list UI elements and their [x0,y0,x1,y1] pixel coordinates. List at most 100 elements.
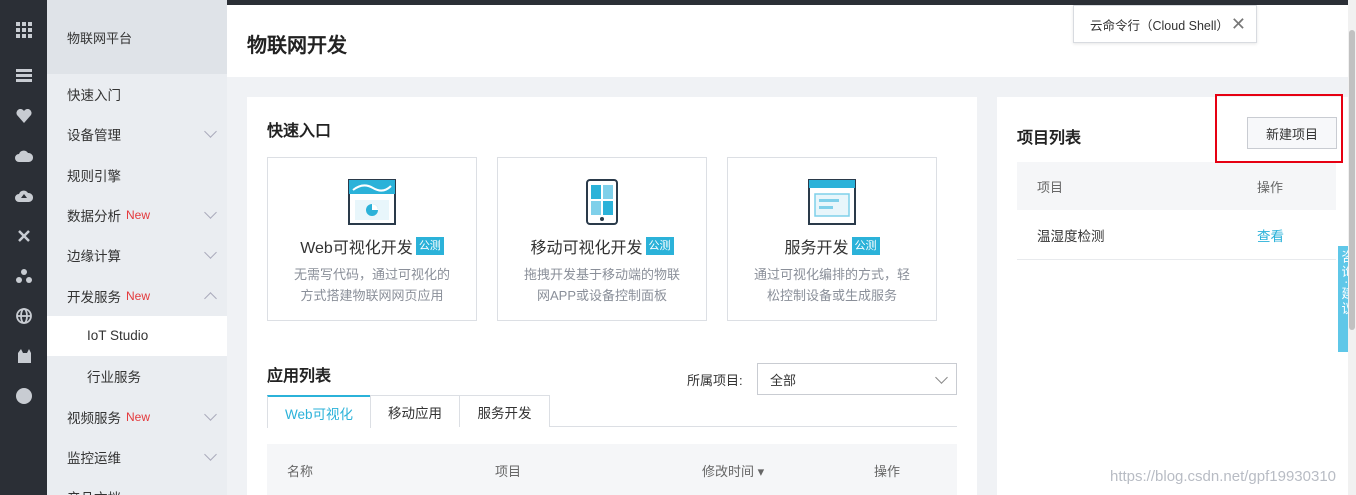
app-table-header: 名称 项目 修改时间 ▾ 操作 [267,444,957,495]
card-title: 服务开发 公测 [728,234,936,258]
column-header-actions: 操作 [874,464,901,479]
cloud-upload-icon[interactable] [0,176,47,216]
web-dashboard-icon [348,179,396,225]
server-icon[interactable] [0,56,47,96]
column-header-modified-time[interactable]: 修改时间 ▾ [702,461,764,480]
quick-entry-title: 快速入口 [267,123,332,140]
close-icon[interactable]: ✕ [1231,15,1246,33]
project-filter-value: 全部 [770,372,797,388]
chevron-down-icon [204,125,217,139]
column-header-actions: 操作 [1257,180,1284,195]
beta-badge: 公测 [645,237,674,255]
chevron-down-icon [204,246,217,260]
card-title: Web可视化开发 公测 [268,234,476,258]
cloud-shell-label[interactable]: 云命令行（Cloud Shell） [1090,15,1229,34]
sidebar-item-label: 产品文档 [67,487,121,495]
view-link[interactable]: 查看 [1257,225,1284,245]
tab-service-dev[interactable]: 服务开发 [459,395,550,427]
card-description-line-2: 方式搭建物联网网页应用 [300,288,444,303]
cross-icon[interactable] [0,216,47,256]
web-visual-dev-card[interactable]: Web可视化开发 公测 无需写代码，通过可视化的 方式搭建物联网网页应用 [267,157,477,321]
sidebar-item-label: 开发服务 [67,289,121,305]
project-name: 温湿度检测 [1037,229,1105,244]
sidebar-item-label: 视频服务 [67,410,121,426]
chevron-down-icon [935,371,948,384]
beta-badge: 公测 [415,237,444,255]
table-row: 温湿度检测 查看 [1017,210,1336,260]
sidebar-item[interactable]: 规则引擎 [47,155,227,195]
sidebar-item-label: 行业服务 [87,370,141,386]
tab-web-visual[interactable]: Web可视化 [267,395,371,428]
quick-entry-panel: 快速入口 Web可视化开发 公测 无需写代码，通过可视化的 方式搭建物联网网页应… [247,97,977,495]
cloud-shell-tooltip[interactable]: 云命令行（Cloud Shell） ✕ [1073,5,1257,43]
heart-icon[interactable] [0,96,47,136]
card-title: 移动可视化开发 公测 [498,234,706,258]
mobile-visual-dev-card[interactable]: 移动可视化开发 公测 拖拽开发基于移动端的物联 网APP或设备控制面板 [497,157,707,321]
card-description-line-2: 松控制设备或生成服务 [766,288,897,303]
sidebar-item-label: 边缘计算 [67,249,121,265]
column-header-project: 项目 [1037,180,1064,195]
sidebar-item[interactable]: 快速入门 [47,74,227,114]
sidebar-item[interactable]: 开发服务 New [47,275,227,315]
sidebar-items: 快速入门设备管理规则引擎数据分析 New 边缘计算开发服务 New IoT Studio… [47,74,227,495]
card-title-text: 服务开发 [784,240,849,257]
chevron-down-icon [204,447,217,461]
sidebar-item[interactable]: IoT Studio [47,315,227,357]
sidebar-item-label: 快速入门 [67,88,121,104]
project-list-title: 项目列表 [1017,130,1082,147]
grid-icon[interactable] [0,8,47,52]
mobile-app-icon [586,179,618,225]
new-badge: New [126,409,151,424]
card-title-text: 移动可视化开发 [530,240,643,257]
project-filter-select[interactable]: 全部 [757,363,957,395]
sidebar-item-label: 数据分析 [67,209,121,225]
globe-icon[interactable] [0,296,47,336]
sidebar-item[interactable]: 视频服务 New [47,396,227,436]
project-table-header: 项目 操作 [1017,162,1336,210]
cloud-icon[interactable] [0,136,47,176]
column-header-project: 项目 [495,464,522,479]
network-icon[interactable] [0,256,47,296]
app-type-tabs: Web可视化 移动应用 服务开发 [267,395,957,428]
new-badge: New [126,208,151,223]
highlight-annotation-box [1215,94,1343,163]
card-description: 通过可视化编排的方式，轻 松控制设备或生成服务 [744,264,920,306]
card-description: 无需写代码，通过可视化的 方式搭建物联网网页应用 [284,264,460,306]
tab-mobile-app[interactable]: 移动应用 [370,395,460,427]
sidebar-item[interactable]: 设备管理 [47,114,227,154]
watermark: https://blog.csdn.net/gpf19930310 [1110,468,1337,485]
circle-icon[interactable] [0,376,47,416]
sidebar-item[interactable]: 产品文档 [47,477,227,495]
service-dev-card[interactable]: 服务开发 公测 通过可视化编排的方式，轻 松控制设备或生成服务 [727,157,937,321]
sidebar-item[interactable]: 边缘计算 [47,235,227,275]
sidebar-item-label: 规则引擎 [67,168,121,184]
sidebar-item-label: 设备管理 [67,128,121,144]
card-description-line-2: 网APP或设备控制面板 [536,288,667,303]
chevron-down-icon [204,407,217,421]
new-badge: New [126,288,151,303]
card-description-line-1: 无需写代码，通过可视化的 [293,267,450,282]
sidebar-item-label: 监控运维 [67,450,121,466]
sidebar-item-label: IoT Studio [87,328,149,344]
scrollbar-thumb[interactable] [1349,30,1355,330]
page-title: 物联网开发 [247,35,347,57]
sidebar-header[interactable]: 物联网平台 [47,0,227,74]
scrollbar[interactable] [1348,0,1356,495]
beta-badge: 公测 [851,237,880,255]
app-list-title: 应用列表 [267,368,332,385]
card-description: 拖拽开发基于移动端的物联 网APP或设备控制面板 [514,264,690,306]
icon-rail [0,0,47,495]
card-description-line-1: 通过可视化编排的方式，轻 [753,267,910,282]
column-header-name: 名称 [287,464,314,479]
card-title-text: Web可视化开发 [300,240,413,257]
chevron-down-icon [204,206,217,219]
service-window-icon [808,179,856,225]
cat-icon[interactable] [0,336,47,376]
card-description-line-1: 拖拽开发基于移动端的物联 [523,267,680,282]
project-filter-label: 所属项目: [687,373,743,388]
chevron-up-icon [204,291,217,305]
sidebar-item[interactable]: 数据分析 New [47,195,227,235]
sidebar-item[interactable]: 行业服务 [47,356,227,396]
sidebar: 物联网平台 快速入门设备管理规则引擎数据分析 New 边缘计算开发服务 New IoT … [47,0,227,495]
sidebar-item[interactable]: 监控运维 [47,437,227,477]
